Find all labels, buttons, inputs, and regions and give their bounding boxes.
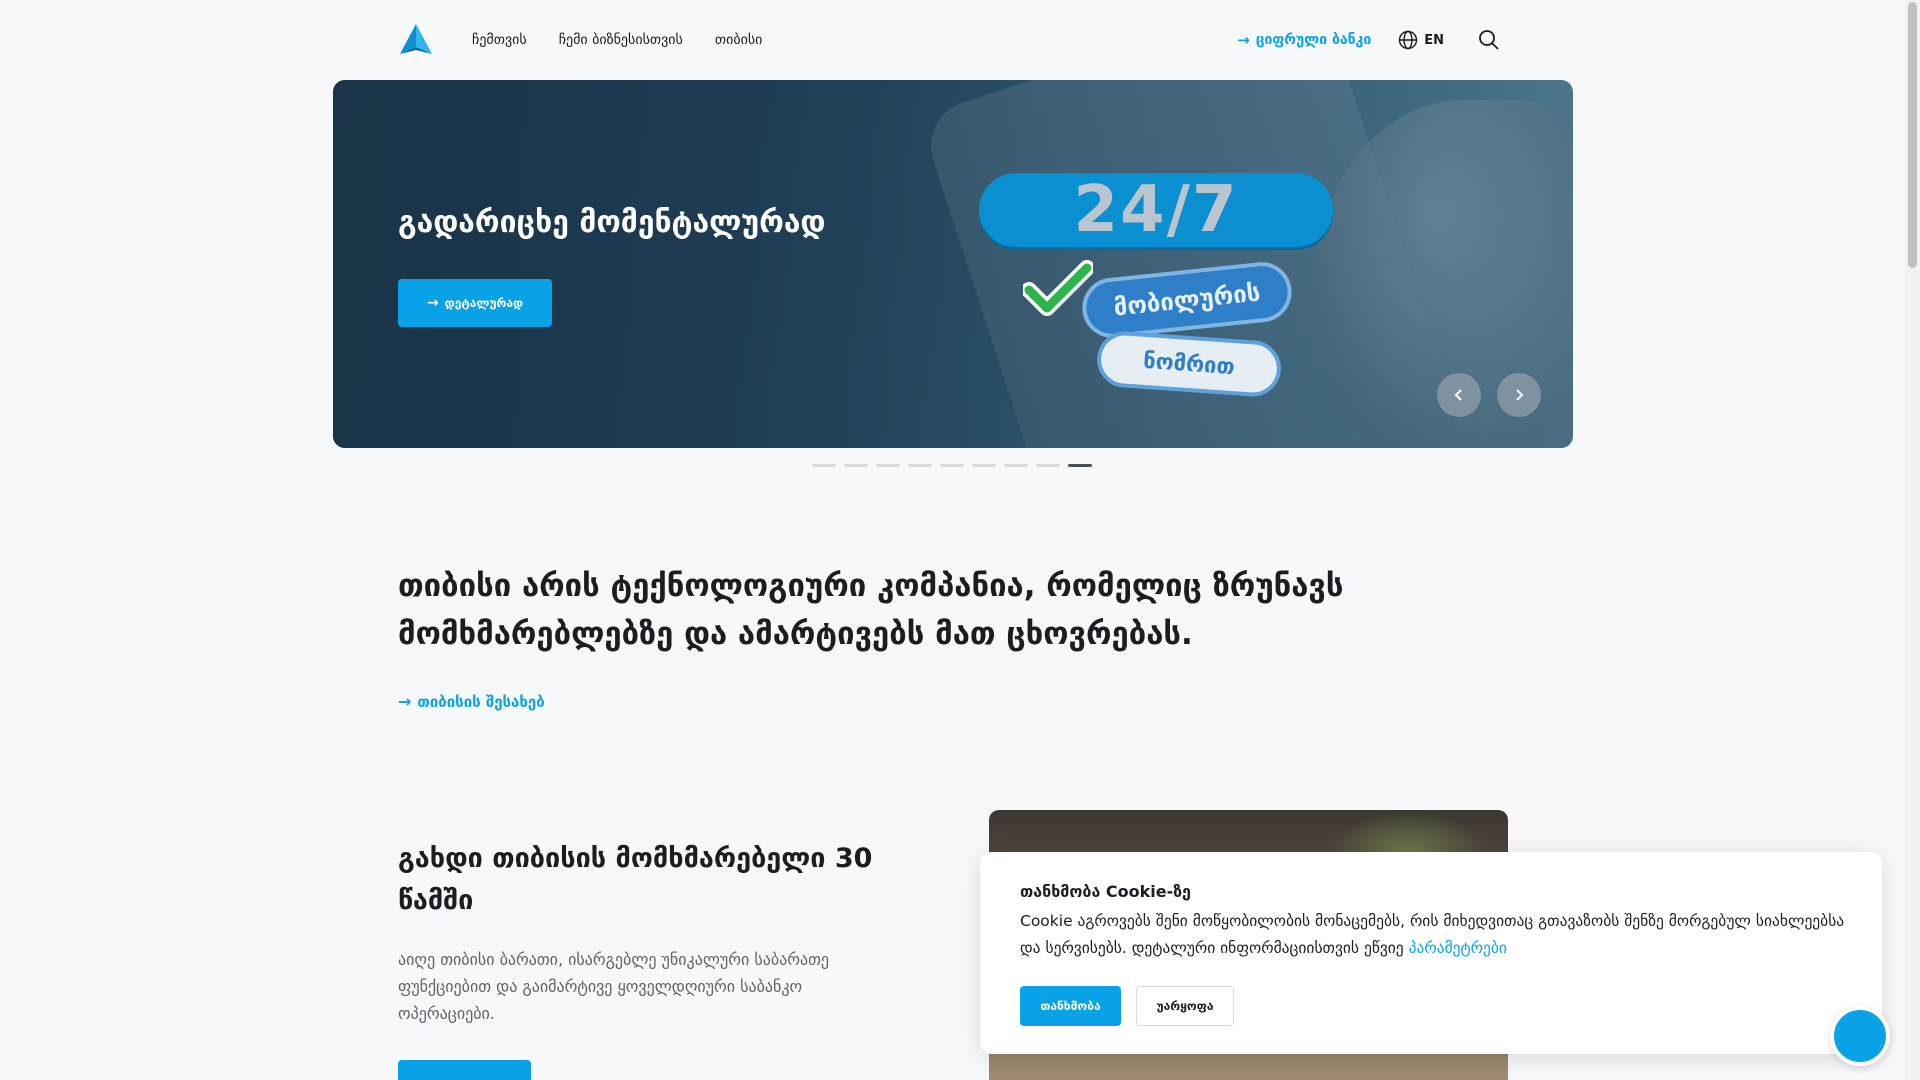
digital-bank-link[interactable]: → ციფრული ბანკი [1237, 31, 1371, 49]
badge-24-7: 24/7 [979, 173, 1333, 247]
chevron-left-icon [1454, 389, 1462, 401]
page-scrollbar[interactable] [1905, 0, 1920, 1080]
nav-item-business[interactable]: ჩემი ბიზნესისთვის [559, 32, 683, 48]
digital-bank-label: ციფრული ბანკი [1255, 32, 1372, 48]
cookie-title: თანხმობა Cookie-ზე [1020, 882, 1191, 901]
language-switcher[interactable]: EN [1398, 30, 1444, 50]
carousel-dot[interactable] [1068, 464, 1092, 467]
carousel-dot[interactable] [908, 464, 932, 467]
hero-details-button[interactable]: → დეტალურად [398, 279, 552, 327]
tbc-logo-icon[interactable] [398, 22, 434, 58]
arrow-right-icon: → [398, 692, 412, 711]
about-tbc-link[interactable]: → თიბისის შესახებ [398, 692, 545, 711]
search-button[interactable] [1478, 29, 1500, 51]
become-customer-button[interactable] [398, 1060, 531, 1080]
hero-button-label: დეტალურად [444, 296, 523, 310]
about-link-label: თიბისის შესახებ [417, 692, 545, 711]
language-label: EN [1424, 32, 1444, 48]
carousel-pagination [812, 464, 1100, 467]
nav-item-personal[interactable]: ჩემთვის [472, 32, 527, 48]
search-icon [1479, 30, 1499, 50]
carousel-dot[interactable] [972, 464, 996, 467]
become-customer-text: აიღე თიბისი ბარათი, ისარგებლე უნიკალური … [398, 950, 830, 1023]
nav-item-tbc[interactable]: თიბისი [715, 32, 763, 48]
chevron-right-icon [1516, 389, 1524, 401]
carousel-dot[interactable] [1036, 464, 1060, 467]
carousel-dot[interactable] [844, 464, 868, 467]
carousel-prev-button[interactable] [1437, 373, 1481, 417]
header-right: → ციფრული ბანკი EN [1237, 29, 1500, 51]
hero-banner: გადარიცხე მომენტალურად → დეტალურად 24/7 … [333, 80, 1573, 448]
cookie-text: Cookie აგროვებს შენი მოწყობილობის მონაცე… [1020, 908, 1850, 962]
arrow-right-icon: → [1237, 31, 1250, 49]
site-header: ჩემთვის ჩემი ბიზნესისთვის თიბისი → ციფრუ… [398, 18, 1500, 62]
carousel-dot[interactable] [1004, 464, 1028, 467]
become-customer-heading: გახდი თიბისის მომხმარებელი 30 წამში [398, 843, 873, 916]
hero-title: გადარიცხე მომენტალურად [398, 205, 826, 240]
cookie-accept-button[interactable]: თანხმობა [1020, 986, 1121, 1026]
cookie-settings-link[interactable]: პარამეტრები [1409, 939, 1507, 957]
cookie-reject-button[interactable]: უარყოფა [1136, 986, 1234, 1026]
scrollbar-thumb[interactable] [1908, 2, 1917, 268]
carousel-next-button[interactable] [1497, 373, 1541, 417]
about-heading: თიბისი არის ტექნოლოგიური კომპანია, რომელ… [398, 568, 1344, 652]
carousel-dot[interactable] [876, 464, 900, 467]
carousel-dot[interactable] [812, 464, 836, 467]
cookie-consent-banner: თანხმობა Cookie-ზე Cookie აგროვებს შენი … [980, 852, 1882, 1054]
globe-icon [1399, 30, 1418, 50]
carousel-dot[interactable] [940, 464, 964, 467]
arrow-right-icon: → [427, 295, 439, 311]
chat-button[interactable] [1830, 1006, 1890, 1066]
